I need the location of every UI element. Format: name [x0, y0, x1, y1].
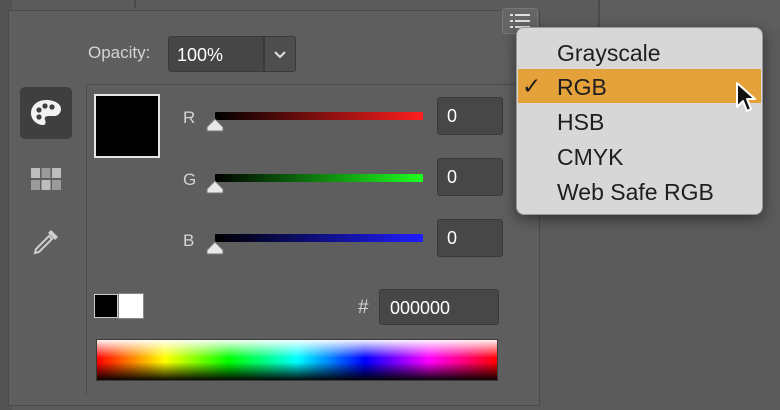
menu-item-hsb[interactable]: HSB: [518, 104, 761, 138]
palette-icon: [31, 100, 61, 125]
chevron-down-icon: [274, 50, 286, 58]
red-value-input[interactable]: 0: [437, 97, 503, 135]
eyedropper-tool[interactable]: [20, 216, 72, 268]
menu-item-grayscale[interactable]: Grayscale: [518, 35, 761, 69]
opacity-label: Opacity:: [88, 43, 151, 62]
green-slider-track[interactable]: [215, 174, 423, 182]
blue-value-input[interactable]: 0: [437, 219, 503, 257]
panel-seam: [598, 0, 600, 30]
red-slider-thumb[interactable]: [206, 118, 224, 137]
color-palette-tool[interactable]: [20, 87, 72, 139]
spectrum-lightness-gradient: [97, 340, 497, 380]
menu-item-rgb[interactable]: ✓ RGB: [518, 69, 761, 103]
swatches-grid-icon: [31, 168, 61, 190]
swatches-tool[interactable]: [20, 153, 72, 205]
menu-item-web-safe-rgb[interactable]: Web Safe RGB: [518, 174, 761, 208]
green-channel-label: G: [183, 170, 197, 189]
black-swatch[interactable]: [94, 294, 118, 318]
green-slider-thumb[interactable]: [206, 180, 224, 199]
blue-slider-track[interactable]: [215, 234, 423, 242]
opacity-input[interactable]: 100%: [168, 36, 264, 72]
menu-item-label: HSB: [557, 109, 605, 135]
white-swatch[interactable]: [118, 293, 144, 319]
hex-value-input[interactable]: 000000: [379, 289, 499, 325]
menu-item-label: Grayscale: [557, 40, 661, 66]
green-value-input[interactable]: 0: [437, 158, 503, 196]
blue-slider-thumb[interactable]: [206, 241, 224, 260]
current-color-swatch[interactable]: [94, 94, 160, 158]
menu-item-label: CMYK: [557, 144, 624, 170]
red-slider-track[interactable]: [215, 112, 423, 120]
menu-item-cmyk[interactable]: CMYK: [518, 139, 761, 173]
color-spectrum[interactable]: [96, 339, 498, 381]
blue-channel-label: B: [183, 231, 195, 250]
panel-seam: [134, 0, 136, 8]
eyedropper-icon: [33, 230, 58, 255]
red-channel-label: R: [183, 108, 196, 127]
mouse-cursor-icon: [735, 81, 757, 120]
opacity-dropdown-button[interactable]: [264, 36, 296, 72]
background-panel: [598, 0, 780, 30]
checkmark-icon: ✓: [522, 73, 542, 99]
menu-item-label: Web Safe RGB: [557, 179, 714, 205]
color-mode-menu: Grayscale ✓ RGB HSB CMYK Web Safe RGB: [516, 27, 763, 215]
menu-item-label: RGB: [557, 74, 607, 100]
hex-symbol-label: #: [358, 297, 369, 318]
